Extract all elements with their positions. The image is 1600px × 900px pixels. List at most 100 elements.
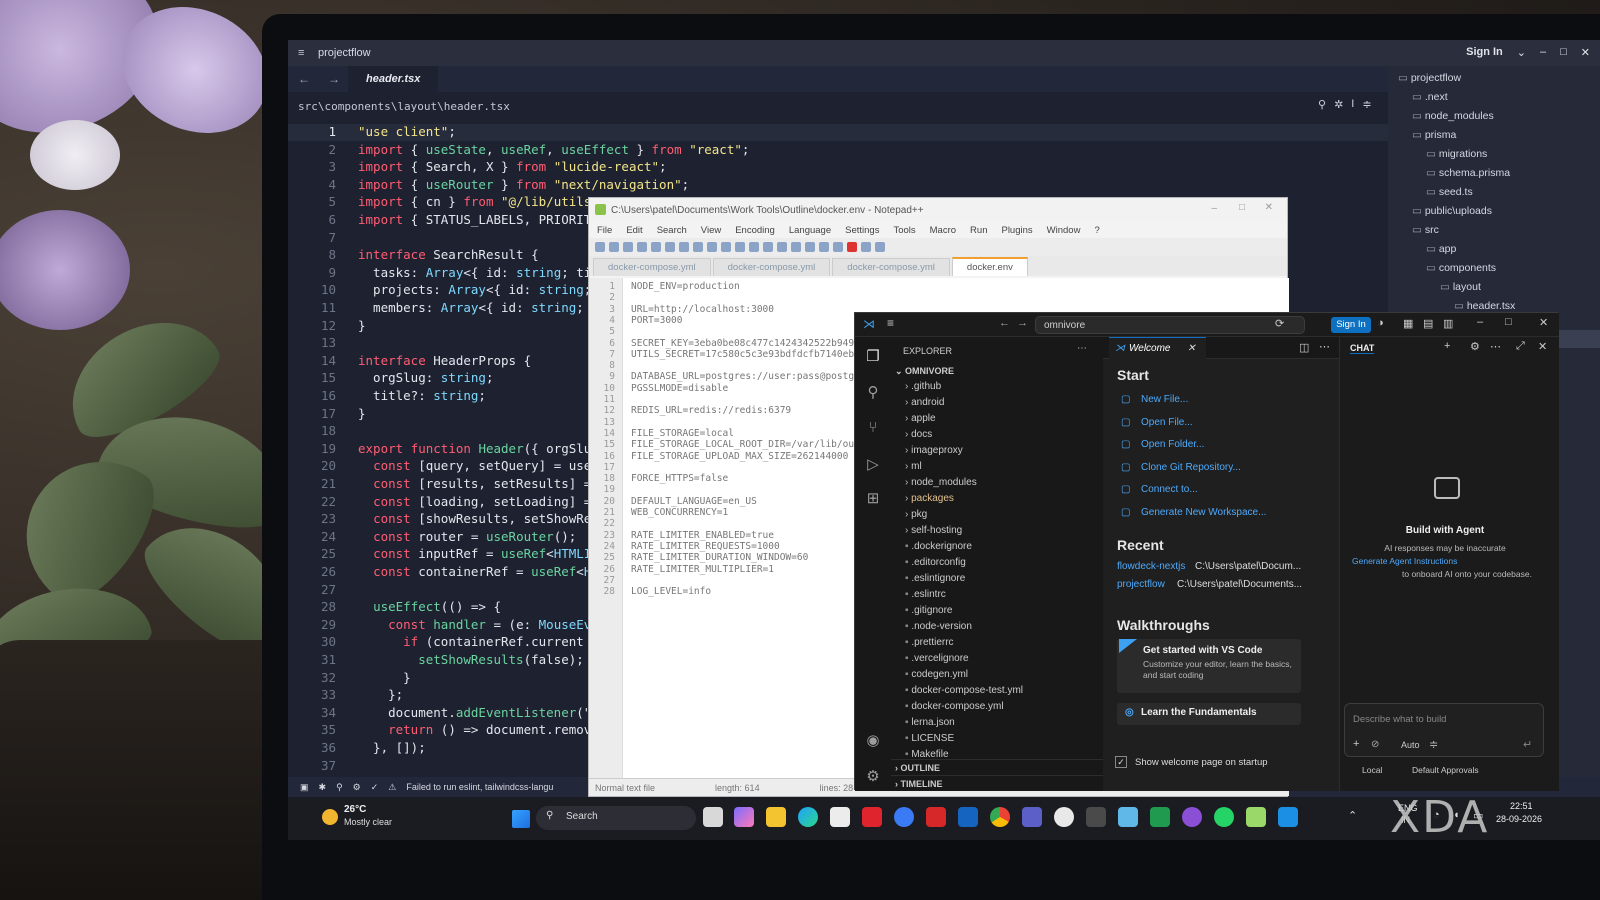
maximize-icon[interactable]: □ bbox=[1505, 316, 1512, 328]
explorer-item[interactable]: ▪ .eslintrc bbox=[891, 587, 1103, 603]
maximize-icon[interactable]: □ bbox=[1560, 46, 1567, 59]
search-icon[interactable]: ⚲ bbox=[1318, 98, 1326, 111]
cursor-icon[interactable]: I bbox=[1351, 98, 1354, 111]
tools-icon[interactable]: ⊘ bbox=[1371, 739, 1379, 750]
text-line[interactable]: PORT=3000 bbox=[631, 315, 682, 326]
tab-header-tsx[interactable]: header.tsx bbox=[348, 66, 439, 92]
code-line[interactable]: const inputRef = useRef<HTMLIn bbox=[358, 546, 599, 561]
tree-item[interactable]: ▭ schema.prisma bbox=[1426, 167, 1510, 179]
start-icon[interactable] bbox=[512, 810, 530, 828]
clock-time[interactable]: 22:51 bbox=[1510, 801, 1533, 811]
start-link[interactable]: Open Folder... ▢ bbox=[1121, 439, 1204, 450]
menu-item[interactable]: Language bbox=[789, 225, 831, 236]
explorer-item[interactable]: ▪ Makefile bbox=[891, 747, 1103, 763]
breadcrumb[interactable]: src\components\layout\header.tsx bbox=[298, 100, 510, 113]
text-line[interactable]: FILE_STORAGE_LOCAL_ROOT_DIR=/var/lib/out bbox=[631, 439, 860, 450]
maximize-icon[interactable]: □ bbox=[1239, 202, 1245, 213]
search-icon[interactable]: ⚲ bbox=[336, 782, 343, 793]
antivirus-icon[interactable] bbox=[862, 807, 882, 827]
text-line[interactable]: DEFAULT_LANGUAGE=en_US bbox=[631, 496, 757, 507]
check-icon[interactable]: ✓ bbox=[371, 782, 379, 793]
sync-icon[interactable] bbox=[805, 242, 815, 252]
checkbox-icon[interactable]: ✓ bbox=[1115, 756, 1127, 768]
minimize-icon[interactable]: – bbox=[1211, 203, 1217, 214]
send-icon[interactable]: ↵ bbox=[1523, 738, 1532, 751]
explorer-icon[interactable]: ❐ bbox=[863, 347, 883, 367]
forward-arrow-icon[interactable]: → bbox=[328, 72, 340, 86]
explorer-item[interactable]: ▪ .editorconfig bbox=[891, 555, 1103, 571]
vscode-sign-in-button[interactable]: Sign In bbox=[1331, 317, 1371, 333]
start-link[interactable]: Open File... ▢ bbox=[1121, 417, 1193, 428]
record-icon[interactable] bbox=[847, 242, 857, 252]
code-line[interactable]: tasks: Array<{ id: string; tit bbox=[358, 265, 599, 280]
code-line[interactable]: } bbox=[358, 318, 366, 333]
close-icon[interactable]: ✕ bbox=[1539, 316, 1548, 329]
chrome-icon[interactable] bbox=[990, 807, 1010, 827]
text-line[interactable]: LOG_LEVEL=info bbox=[631, 586, 711, 597]
code-line[interactable]: title?: string; bbox=[358, 388, 486, 403]
accounts-icon[interactable]: ◑ bbox=[1377, 317, 1384, 329]
code-line[interactable]: members: Array<{ id: string; n bbox=[358, 300, 599, 315]
text-line[interactable]: FORCE_HTTPS=false bbox=[631, 473, 728, 484]
code-line[interactable]: return () => document.remove bbox=[358, 722, 599, 737]
stop-icon[interactable] bbox=[861, 242, 871, 252]
walkthrough-card[interactable]: Get started with VS Code Customize your … bbox=[1117, 639, 1301, 693]
close-icon[interactable]: ✕ bbox=[1187, 343, 1195, 354]
panel-icon[interactable]: ▣ bbox=[300, 782, 309, 793]
open-file-icon[interactable] bbox=[609, 242, 619, 252]
notepad-tab[interactable]: docker-compose.yml bbox=[712, 258, 831, 276]
code-line[interactable]: const handler = (e: MouseEve bbox=[358, 617, 599, 632]
extensions-icon[interactable]: ⊞ bbox=[863, 489, 883, 509]
code-line[interactable]: const [showResults, setShowRes bbox=[358, 511, 599, 526]
mail-icon[interactable] bbox=[958, 807, 978, 827]
chat-input-box[interactable]: Describe what to build + ⊘ Auto ≑ ↵ bbox=[1344, 703, 1544, 757]
chevron-down-icon[interactable]: ⌄ bbox=[1517, 46, 1526, 59]
explorer-item[interactable]: › node_modules bbox=[891, 475, 1103, 491]
menu-item[interactable]: Settings bbox=[845, 225, 879, 236]
code-line[interactable]: const containerRef = useRef<HT bbox=[358, 564, 599, 579]
panel-toggle-icon[interactable]: ▥ bbox=[1443, 317, 1453, 330]
undo-icon[interactable] bbox=[721, 242, 731, 252]
code-line[interactable]: export function Header({ orgSlug bbox=[358, 441, 599, 456]
menu-item[interactable]: Edit bbox=[626, 225, 642, 236]
layout-icon[interactable]: ▦ bbox=[1403, 317, 1413, 330]
text-line[interactable]: UTILS_SECRET=17c580c5c3e93bdfdcfb7140eb bbox=[631, 349, 854, 360]
explorer-item[interactable]: › docs bbox=[891, 427, 1103, 443]
explorer-item[interactable]: › packages bbox=[891, 491, 1103, 507]
notepad-tab[interactable]: docker-compose.yml bbox=[832, 258, 950, 276]
recent-link[interactable]: projectflow bbox=[1117, 579, 1165, 590]
text-line[interactable]: FILE_STORAGE_UPLOAD_MAX_SIZE=262144000 bbox=[631, 451, 848, 462]
explorer-item[interactable]: ▪ codegen.yml bbox=[891, 667, 1103, 683]
menu-item[interactable]: Search bbox=[657, 225, 687, 236]
explorer-item[interactable]: ▪ .gitignore bbox=[891, 603, 1103, 619]
more-actions-icon[interactable]: ⋯ bbox=[1077, 343, 1087, 354]
print-icon[interactable] bbox=[665, 242, 675, 252]
code-line[interactable]: import { useRouter } from "next/navigati… bbox=[358, 177, 689, 192]
clock-date[interactable]: 28-09-2026 bbox=[1496, 814, 1542, 824]
menu-item[interactable]: Window bbox=[1047, 225, 1081, 236]
text-line[interactable]: DATABASE_URL=postgres://user:pass@postgr bbox=[631, 371, 860, 382]
text-line[interactable]: FILE_STORAGE=local bbox=[631, 428, 734, 439]
text-line[interactable]: REDIS_URL=redis://redis:6379 bbox=[631, 405, 791, 416]
back-arrow-icon[interactable]: ← bbox=[298, 72, 310, 86]
tree-item[interactable]: ▭ .next bbox=[1412, 91, 1448, 103]
explorer-root[interactable]: ⌄ OMNIVORE bbox=[891, 363, 1103, 379]
weather-desc[interactable]: Mostly clear bbox=[344, 817, 392, 827]
edge-icon[interactable] bbox=[798, 807, 818, 827]
code-line[interactable]: useEffect(() => { bbox=[358, 599, 501, 614]
minimize-icon[interactable]: – bbox=[1540, 46, 1546, 59]
menu-item[interactable]: ? bbox=[1094, 225, 1099, 236]
sidebar-toggle-icon[interactable]: ▤ bbox=[1423, 317, 1433, 330]
copy-icon[interactable] bbox=[693, 242, 703, 252]
save-icon[interactable] bbox=[623, 242, 633, 252]
zoom-in-icon[interactable] bbox=[777, 242, 787, 252]
code-line[interactable]: const router = useRouter(); bbox=[358, 529, 576, 544]
code-line[interactable]: interface HeaderProps { bbox=[358, 353, 531, 368]
find-icon[interactable] bbox=[749, 242, 759, 252]
wrap-icon[interactable] bbox=[819, 242, 829, 252]
show-welcome-checkbox[interactable]: ✓ Show welcome page on startup bbox=[1115, 756, 1268, 768]
code-line[interactable]: projects: Array<{ id: string; bbox=[358, 282, 591, 297]
app-grey-icon[interactable] bbox=[1086, 807, 1106, 827]
explorer-item[interactable]: › ml bbox=[891, 459, 1103, 475]
timeline-section[interactable]: › TIMELINE bbox=[891, 775, 1103, 791]
